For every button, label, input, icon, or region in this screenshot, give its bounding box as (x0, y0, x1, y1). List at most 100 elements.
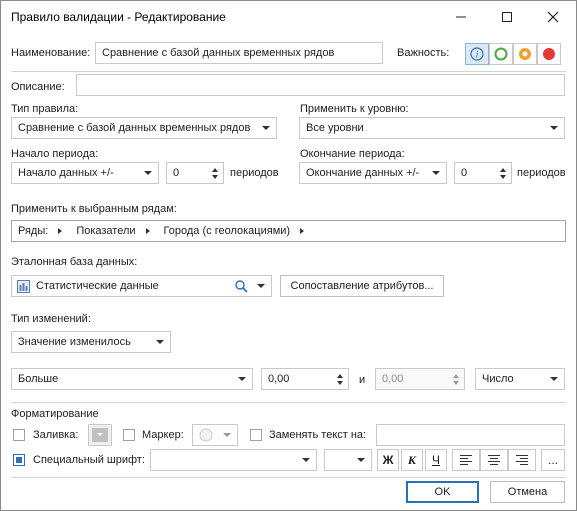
unit-value: Число (482, 373, 514, 385)
align-right-button[interactable] (508, 449, 536, 471)
period-end-select[interactable]: Окончание данных +/- (299, 162, 447, 184)
replace-text-label: Заменять текст на: (269, 429, 367, 441)
value1-value: 0,00 (268, 373, 290, 385)
crumb-label: Ряды: (18, 225, 49, 237)
stepper-down-icon[interactable] (500, 175, 506, 179)
align-center-button[interactable] (480, 449, 508, 471)
chevron-down-icon (550, 377, 558, 381)
marker-select[interactable] (192, 424, 238, 446)
separator (11, 477, 566, 478)
replace-text-checkbox[interactable] (250, 429, 262, 441)
bold-button[interactable]: Ж (377, 449, 399, 471)
ref-db-value: Статистические данные (36, 280, 159, 292)
red-circle-icon (543, 48, 555, 60)
chevron-down-icon (302, 458, 310, 462)
breadcrumb-item-rows[interactable]: Ряды: (18, 225, 63, 237)
period-start-count: 0 (173, 167, 180, 179)
period-end-count: 0 (461, 167, 468, 179)
breadcrumb-item-cities[interactable]: Города (с геолокациями) (164, 225, 305, 237)
breadcrumb-item-indicators[interactable]: Показатели (76, 225, 150, 237)
replace-text-input[interactable] (376, 424, 565, 446)
apply-rows-label: Применить к выбранным рядам: (11, 203, 177, 215)
apply-level-select[interactable]: Все уровни (299, 117, 565, 139)
maximize-icon (502, 12, 512, 22)
period-end-unit: периодов (517, 167, 566, 179)
separator (11, 71, 566, 72)
close-button[interactable] (530, 1, 576, 33)
importance-info-button[interactable]: i (465, 43, 489, 65)
fill-color-swatch (92, 428, 108, 442)
stepper-up-icon[interactable] (212, 168, 218, 172)
apply-level-label: Применить к уровню: (300, 103, 409, 115)
period-start-label: Начало периода: (11, 148, 99, 160)
crumb-label: Показатели (76, 225, 136, 237)
stepper-down-icon[interactable] (212, 175, 218, 179)
change-type-value: Значение изменилось (18, 336, 131, 348)
orange-circle-icon (519, 48, 531, 60)
operator-select[interactable]: Больше (11, 368, 253, 390)
minimize-icon (456, 16, 466, 18)
chevron-down-icon (550, 126, 558, 130)
apply-level-value: Все уровни (306, 122, 364, 134)
chevron-right-icon (58, 228, 63, 234)
importance-red-button[interactable] (537, 43, 561, 65)
minimize-button[interactable] (438, 1, 484, 33)
chevron-down-icon (432, 171, 440, 175)
underline-button[interactable]: Ч (425, 449, 447, 471)
stepper-up-icon[interactable] (337, 374, 343, 378)
italic-button[interactable]: К (401, 449, 423, 471)
rows-breadcrumb[interactable]: Ряды: Показатели Города (с геолокациями) (11, 220, 566, 242)
align-right-icon (516, 455, 528, 465)
chevron-down-icon (223, 433, 231, 437)
name-input[interactable]: Сравнение с базой данных временных рядов (95, 42, 383, 64)
importance-label: Важность: (397, 47, 450, 59)
change-type-select[interactable]: Значение изменилось (11, 331, 171, 353)
window-title: Правило валидации - Редактирование (11, 10, 226, 24)
period-end-value: Окончание данных +/- (306, 167, 420, 179)
green-circle-icon (494, 47, 508, 61)
maximize-button[interactable] (484, 1, 530, 33)
stepper-down-icon[interactable] (453, 381, 459, 385)
and-label: и (359, 374, 366, 386)
align-left-icon (460, 455, 472, 465)
ok-button[interactable]: OK (406, 481, 479, 503)
period-end-label: Окончание периода: (300, 148, 405, 160)
stepper-up-icon[interactable] (500, 168, 506, 172)
crumb-label: Города (с геолокациями) (163, 225, 291, 237)
fill-label: Заливка: (33, 429, 79, 441)
importance-orange-button[interactable] (513, 43, 537, 65)
cancel-button[interactable]: Отмена (490, 481, 565, 503)
period-start-stepper[interactable]: 0 (166, 162, 224, 184)
font-name-select[interactable] (150, 449, 317, 471)
rule-type-select[interactable]: Сравнение с базой данных временных рядов (11, 117, 277, 139)
chevron-down-icon (156, 340, 164, 344)
ref-db-select[interactable]: Статистические данные (11, 275, 272, 297)
unit-select[interactable]: Число (475, 368, 565, 390)
period-start-select[interactable]: Начало данных +/- (11, 162, 159, 184)
title-bar: Правило валидации - Редактирование (1, 1, 576, 33)
fill-color-button[interactable] (88, 424, 112, 446)
value2-stepper[interactable]: 0,00 (375, 368, 465, 390)
change-type-label: Тип изменений: (11, 313, 91, 325)
chevron-down-icon (262, 126, 270, 130)
formatting-label: Форматирование (11, 408, 99, 420)
stepper-down-icon[interactable] (337, 381, 343, 385)
more-format-button[interactable]: ... (541, 449, 565, 471)
fill-checkbox[interactable] (13, 429, 25, 441)
period-start-value: Начало данных +/- (18, 167, 114, 179)
name-value: Сравнение с базой данных временных рядов (102, 47, 335, 59)
stepper-up-icon[interactable] (453, 374, 459, 378)
marker-checkbox[interactable] (123, 429, 135, 441)
dialog-window: Правило валидации - Редактирование Наиме… (0, 0, 577, 511)
align-left-button[interactable] (452, 449, 480, 471)
special-font-label: Специальный шрифт: (33, 454, 145, 466)
description-input[interactable] (76, 74, 565, 96)
match-attributes-button[interactable]: Сопоставление атрибутов... (280, 275, 444, 297)
chevron-down-icon (257, 284, 265, 288)
special-font-checkbox[interactable] (13, 454, 25, 466)
value1-stepper[interactable]: 0,00 (261, 368, 349, 390)
font-size-select[interactable] (324, 449, 372, 471)
importance-green-button[interactable] (489, 43, 513, 65)
period-end-stepper[interactable]: 0 (454, 162, 512, 184)
search-icon[interactable] (235, 280, 248, 293)
